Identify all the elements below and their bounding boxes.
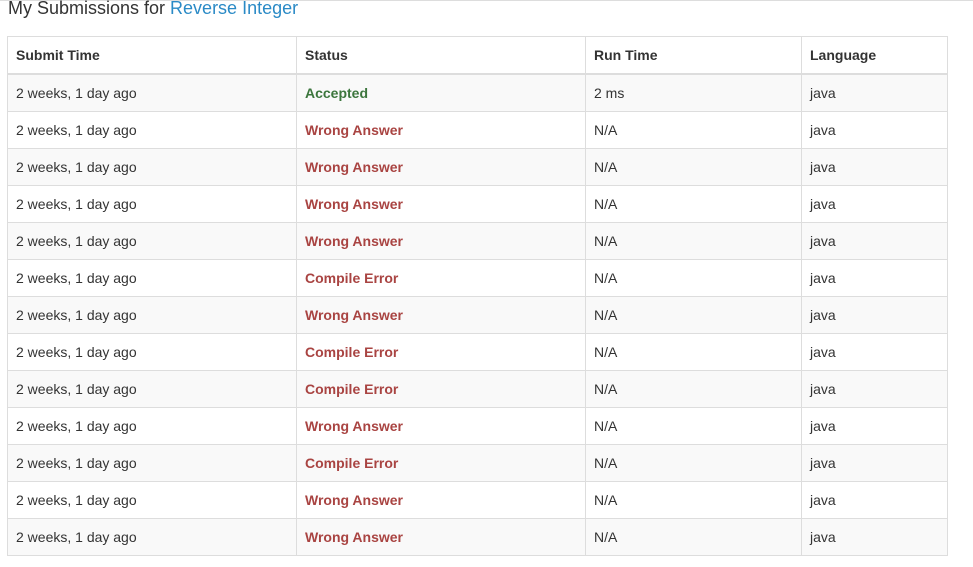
status-cell: Wrong Answer bbox=[296, 481, 586, 519]
language-cell: java bbox=[801, 481, 948, 519]
page-title: My Submissions for Reverse Integer bbox=[8, 0, 298, 20]
status-link[interactable]: Wrong Answer bbox=[305, 492, 403, 508]
table-row: 2 weeks, 1 day ago Wrong Answer N/A java bbox=[7, 148, 948, 186]
status-cell: Wrong Answer bbox=[296, 185, 586, 223]
status-cell: Compile Error bbox=[296, 370, 586, 408]
language-cell: java bbox=[801, 518, 948, 556]
table-row: 2 weeks, 1 day ago Compile Error N/A java bbox=[7, 259, 948, 297]
status-cell: Wrong Answer bbox=[296, 148, 586, 186]
status-cell: Wrong Answer bbox=[296, 518, 586, 556]
run-time-cell: N/A bbox=[585, 222, 802, 260]
status-cell: Compile Error bbox=[296, 259, 586, 297]
run-time-cell: 2 ms bbox=[585, 73, 802, 112]
table-row: 2 weeks, 1 day ago Wrong Answer N/A java bbox=[7, 481, 948, 519]
run-time-cell: N/A bbox=[585, 296, 802, 334]
column-header-status: Status bbox=[296, 36, 586, 75]
language-cell: java bbox=[801, 333, 948, 371]
status-link[interactable]: Wrong Answer bbox=[305, 307, 403, 323]
status-link[interactable]: Wrong Answer bbox=[305, 159, 403, 175]
language-cell: java bbox=[801, 148, 948, 186]
language-cell: java bbox=[801, 259, 948, 297]
column-header-submit-time: Submit Time bbox=[7, 36, 297, 75]
table-row: 2 weeks, 1 day ago Wrong Answer N/A java bbox=[7, 222, 948, 260]
submit-time-cell: 2 weeks, 1 day ago bbox=[7, 148, 297, 186]
run-time-cell: N/A bbox=[585, 185, 802, 223]
status-cell: Accepted bbox=[296, 73, 586, 112]
status-link[interactable]: Compile Error bbox=[305, 344, 398, 360]
submit-time-cell: 2 weeks, 1 day ago bbox=[7, 111, 297, 149]
submit-time-cell: 2 weeks, 1 day ago bbox=[7, 407, 297, 445]
status-link[interactable]: Wrong Answer bbox=[305, 233, 403, 249]
submit-time-cell: 2 weeks, 1 day ago bbox=[7, 444, 297, 482]
status-link[interactable]: Accepted bbox=[305, 85, 368, 101]
table-row: 2 weeks, 1 day ago Compile Error N/A java bbox=[7, 333, 948, 371]
language-cell: java bbox=[801, 444, 948, 482]
table-row: 2 weeks, 1 day ago Wrong Answer N/A java bbox=[7, 518, 948, 556]
submit-time-cell: 2 weeks, 1 day ago bbox=[7, 73, 297, 112]
language-cell: java bbox=[801, 185, 948, 223]
column-header-language: Language bbox=[801, 36, 948, 75]
status-link[interactable]: Wrong Answer bbox=[305, 196, 403, 212]
status-cell: Wrong Answer bbox=[296, 296, 586, 334]
run-time-cell: N/A bbox=[585, 444, 802, 482]
language-cell: java bbox=[801, 370, 948, 408]
table-row: 2 weeks, 1 day ago Wrong Answer N/A java bbox=[7, 407, 948, 445]
language-cell: java bbox=[801, 407, 948, 445]
run-time-cell: N/A bbox=[585, 481, 802, 519]
run-time-cell: N/A bbox=[585, 148, 802, 186]
page-title-prefix: My Submissions for bbox=[8, 0, 171, 18]
submit-time-cell: 2 weeks, 1 day ago bbox=[7, 518, 297, 556]
run-time-cell: N/A bbox=[585, 259, 802, 297]
status-cell: Wrong Answer bbox=[296, 222, 586, 260]
table-row: 2 weeks, 1 day ago Compile Error N/A java bbox=[7, 444, 948, 482]
status-link[interactable]: Wrong Answer bbox=[305, 529, 403, 545]
language-cell: java bbox=[801, 73, 948, 112]
status-link[interactable]: Compile Error bbox=[305, 381, 398, 397]
submit-time-cell: 2 weeks, 1 day ago bbox=[7, 481, 297, 519]
run-time-cell: N/A bbox=[585, 370, 802, 408]
language-cell: java bbox=[801, 222, 948, 260]
submit-time-cell: 2 weeks, 1 day ago bbox=[7, 370, 297, 408]
status-link[interactable]: Compile Error bbox=[305, 270, 398, 286]
status-link[interactable]: Compile Error bbox=[305, 455, 398, 471]
table-row: 2 weeks, 1 day ago Accepted 2 ms java bbox=[7, 73, 948, 112]
status-link[interactable]: Wrong Answer bbox=[305, 418, 403, 434]
table-header-row: Submit Time Status Run Time Language bbox=[7, 36, 948, 75]
status-cell: Wrong Answer bbox=[296, 407, 586, 445]
problem-link[interactable]: Reverse Integer bbox=[170, 0, 298, 18]
language-cell: java bbox=[801, 111, 948, 149]
column-header-run-time: Run Time bbox=[585, 36, 802, 75]
run-time-cell: N/A bbox=[585, 407, 802, 445]
table-row: 2 weeks, 1 day ago Wrong Answer N/A java bbox=[7, 111, 948, 149]
status-cell: Wrong Answer bbox=[296, 111, 586, 149]
submit-time-cell: 2 weeks, 1 day ago bbox=[7, 259, 297, 297]
run-time-cell: N/A bbox=[585, 111, 802, 149]
status-cell: Compile Error bbox=[296, 333, 586, 371]
table-row: 2 weeks, 1 day ago Compile Error N/A java bbox=[7, 370, 948, 408]
language-cell: java bbox=[801, 296, 948, 334]
submit-time-cell: 2 weeks, 1 day ago bbox=[7, 222, 297, 260]
submit-time-cell: 2 weeks, 1 day ago bbox=[7, 296, 297, 334]
submissions-table: Submit Time Status Run Time Language 2 w… bbox=[7, 36, 948, 556]
run-time-cell: N/A bbox=[585, 333, 802, 371]
run-time-cell: N/A bbox=[585, 518, 802, 556]
table-row: 2 weeks, 1 day ago Wrong Answer N/A java bbox=[7, 296, 948, 334]
submit-time-cell: 2 weeks, 1 day ago bbox=[7, 185, 297, 223]
submit-time-cell: 2 weeks, 1 day ago bbox=[7, 333, 297, 371]
status-cell: Compile Error bbox=[296, 444, 586, 482]
table-row: 2 weeks, 1 day ago Wrong Answer N/A java bbox=[7, 185, 948, 223]
status-link[interactable]: Wrong Answer bbox=[305, 122, 403, 138]
